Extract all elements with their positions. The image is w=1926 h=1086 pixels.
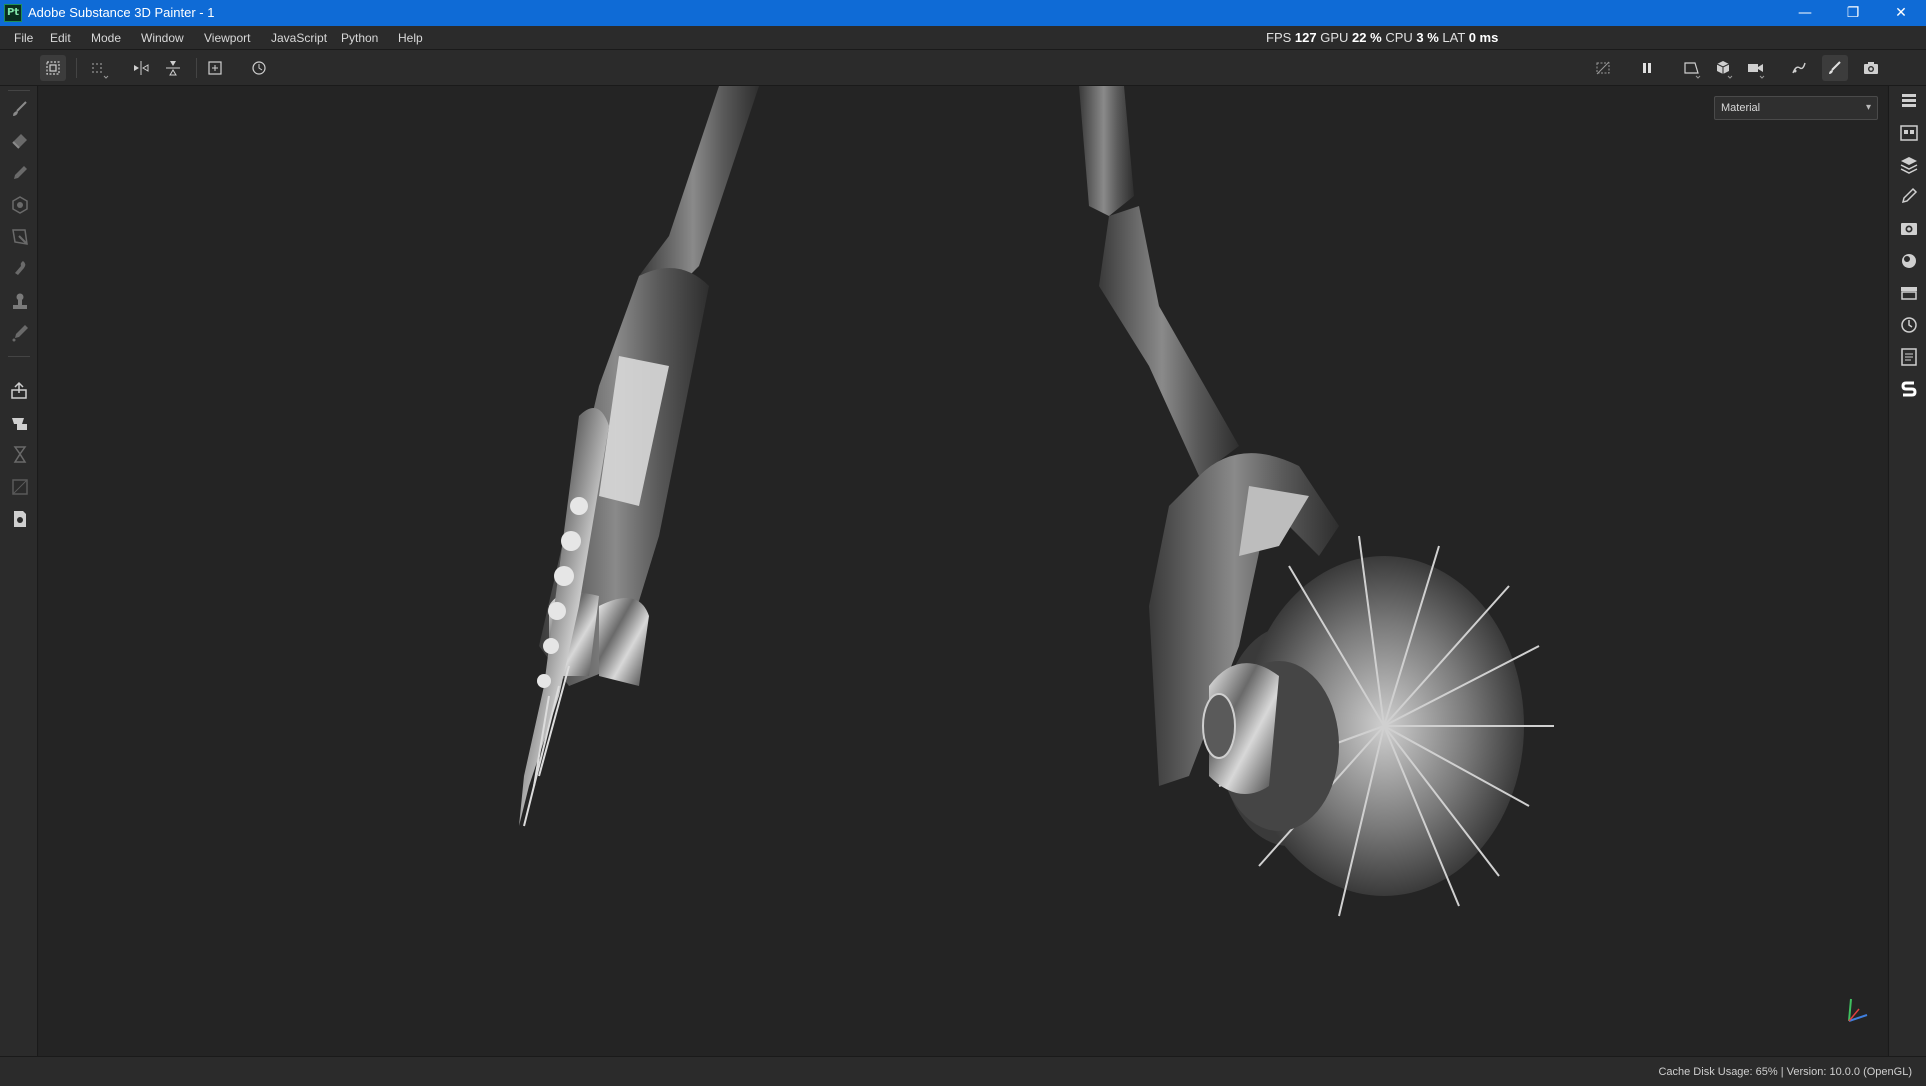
- pause-button[interactable]: [1634, 55, 1660, 81]
- camera-2d-icon: [1684, 62, 1701, 79]
- title-bar: Pt Adobe Substance 3D Painter - 1 — ❐ ✕: [0, 0, 1926, 26]
- projection-icon[interactable]: [9, 162, 31, 184]
- right-panel-bar: [1888, 86, 1926, 1056]
- history-icon: [252, 61, 266, 75]
- window-title: Adobe Substance 3D Painter - 1: [28, 5, 215, 20]
- menu-bar: File Edit Mode Window Viewport JavaScrip…: [0, 26, 1926, 50]
- toolbar-separator: [8, 356, 30, 357]
- render-icon: [1792, 62, 1806, 74]
- maximize-button[interactable]: ❐: [1830, 0, 1876, 26]
- toolbar-separator: [196, 58, 197, 78]
- left-tool-bar: [0, 86, 38, 1056]
- add-frame-button[interactable]: [202, 55, 228, 81]
- document-icon[interactable]: [9, 508, 31, 530]
- performance-readout: FPS 127 GPU 22 % CPU 3 % LAT 0 ms: [1266, 26, 1498, 50]
- menu-edit[interactable]: Edit: [50, 26, 71, 50]
- toolbar-separator: [76, 58, 77, 78]
- color-picker-icon[interactable]: [9, 322, 31, 344]
- fps-value: 127: [1294, 30, 1317, 45]
- status-bar: Cache Disk Usage: 65% | Version: 10.0.0 …: [0, 1056, 1926, 1086]
- right-roller-model: [1079, 86, 1554, 917]
- texture-set-list-icon[interactable]: [1898, 282, 1920, 304]
- render-button[interactable]: [1786, 55, 1812, 81]
- log-icon[interactable]: [1898, 346, 1920, 368]
- channel-select[interactable]: Material ▾: [1714, 96, 1878, 120]
- paint-brush-icon: [1829, 61, 1841, 74]
- layers-icon[interactable]: [1898, 154, 1920, 176]
- fps-label: FPS: [1266, 30, 1292, 45]
- menu-python[interactable]: Python: [341, 26, 378, 50]
- menu-viewport[interactable]: Viewport: [204, 26, 250, 50]
- grid-icon: [92, 63, 109, 79]
- lat-value: 0 ms: [1468, 30, 1499, 45]
- paint-mode-button[interactable]: [1822, 55, 1848, 81]
- toolbar-separator: [8, 90, 30, 91]
- texture-set-icon[interactable]: [9, 444, 31, 466]
- environment-icon[interactable]: [1898, 250, 1920, 272]
- selection-mode-icon: [46, 61, 60, 75]
- axis-gizmo-icon: [1848, 998, 1868, 1022]
- shelf-icon[interactable]: [1898, 122, 1920, 144]
- lat-label: LAT: [1442, 30, 1466, 45]
- minimize-button[interactable]: —: [1782, 0, 1828, 26]
- paint-brush-icon[interactable]: [9, 98, 31, 120]
- app-window: Pt Adobe Substance 3D Painter - 1 — ❐ ✕ …: [0, 0, 1926, 1086]
- app-logo-icon: Pt: [4, 4, 22, 22]
- menu-mode[interactable]: Mode: [91, 26, 121, 50]
- symmetry-y-icon: [166, 61, 180, 76]
- history-button[interactable]: [246, 55, 272, 81]
- layers-stack-icon[interactable]: [1898, 90, 1920, 112]
- uv-icon[interactable]: [9, 476, 31, 498]
- chevron-down-icon: ▾: [1865, 102, 1871, 113]
- eraser-icon[interactable]: [9, 130, 31, 152]
- viewport-canvas[interactable]: [39, 86, 1887, 1056]
- video-camera-button[interactable]: [1742, 55, 1768, 81]
- export-icon[interactable]: [9, 380, 31, 402]
- channel-value: Material: [1721, 102, 1761, 114]
- grid-button[interactable]: [86, 55, 112, 81]
- status-text: Cache Disk Usage: 65% | Version: 10.0.0 …: [1658, 1066, 1912, 1078]
- cpu-label: CPU: [1385, 30, 1413, 45]
- screenshot-icon: [1864, 62, 1878, 74]
- gpu-value: 22 %: [1352, 30, 1382, 45]
- menu-javascript[interactable]: JavaScript: [271, 26, 327, 50]
- hide-icon: [1596, 61, 1610, 75]
- substance-icon[interactable]: [1898, 378, 1920, 400]
- pause-icon: [1643, 63, 1651, 73]
- smudge-icon[interactable]: [9, 258, 31, 280]
- bake-icon[interactable]: [9, 412, 31, 434]
- geometry-mask-icon[interactable]: [9, 194, 31, 216]
- clone-icon[interactable]: [9, 290, 31, 312]
- gpu-label: GPU: [1320, 30, 1349, 45]
- menu-window[interactable]: Window: [141, 26, 184, 50]
- symmetry-y-button[interactable]: [160, 55, 186, 81]
- camera-2d-button[interactable]: [1678, 55, 1704, 81]
- polygon-fill-icon[interactable]: [9, 226, 31, 248]
- menu-help[interactable]: Help: [398, 26, 423, 50]
- properties-icon[interactable]: [1898, 186, 1920, 208]
- main-toolbar: [0, 50, 1926, 86]
- symmetry-x-icon: [134, 61, 149, 75]
- close-button[interactable]: ✕: [1878, 0, 1924, 26]
- add-frame-icon: [208, 61, 222, 75]
- cpu-value: 3 %: [1416, 30, 1439, 45]
- screenshot-button[interactable]: [1858, 55, 1884, 81]
- left-roller-model: [519, 86, 759, 827]
- hide-button[interactable]: [1590, 55, 1616, 81]
- cube-icon: [1716, 61, 1733, 79]
- cube-button[interactable]: [1710, 55, 1736, 81]
- symmetry-x-button[interactable]: [128, 55, 154, 81]
- 3d-viewport[interactable]: Material ▾: [39, 86, 1887, 1056]
- display-settings-icon[interactable]: [1898, 218, 1920, 240]
- video-camera-icon: [1748, 64, 1765, 79]
- history-panel-icon[interactable]: [1898, 314, 1920, 336]
- selection-mode-button[interactable]: [40, 55, 66, 81]
- menu-file[interactable]: File: [14, 26, 33, 50]
